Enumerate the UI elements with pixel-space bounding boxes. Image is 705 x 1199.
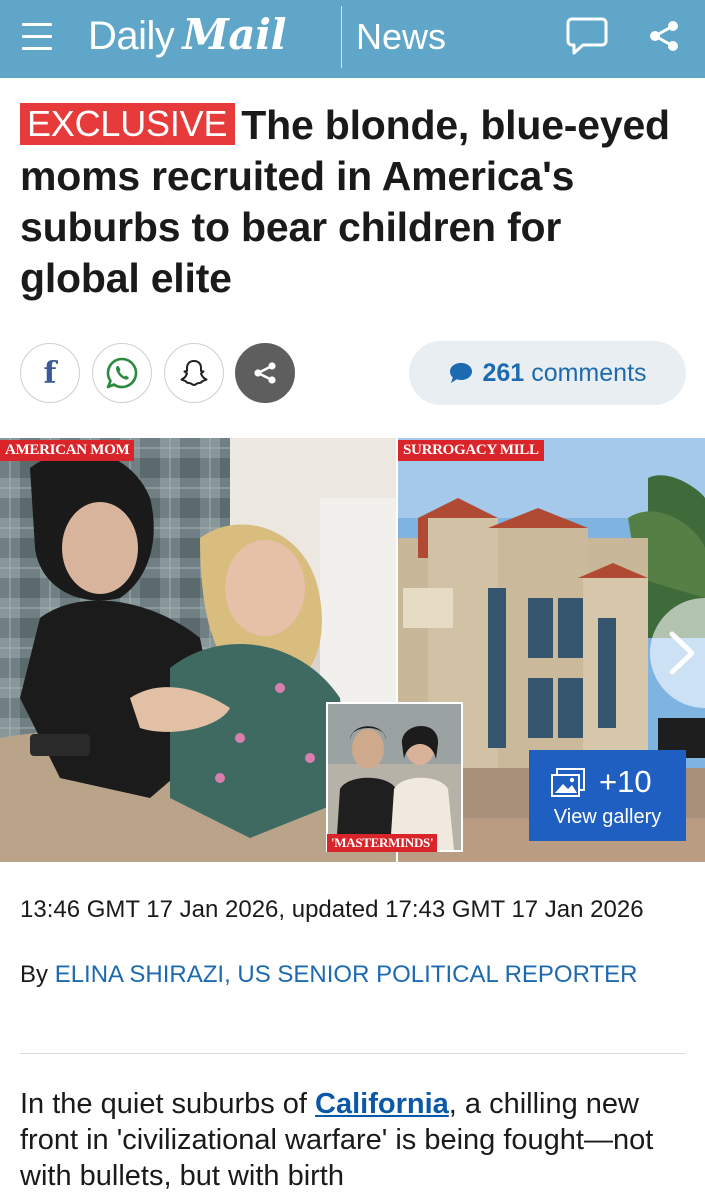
share-icon (254, 362, 276, 384)
masterminds-photo (328, 704, 461, 850)
body-text-start: In the quiet suburbs of (20, 1088, 316, 1120)
gallery-count: +10 (599, 764, 652, 799)
article-headline: EXCLUSIVE The blonde, blue-eyed moms recr… (20, 100, 685, 304)
snapchat-share-button[interactable] (164, 343, 224, 403)
article-image-masterminds[interactable] (326, 702, 463, 852)
article-body-paragraph: In the quiet suburbs of California, a ch… (20, 1086, 685, 1194)
brand-divider (341, 6, 342, 68)
snapchat-icon (180, 360, 208, 386)
view-gallery-button[interactable]: +10 View gallery (529, 750, 686, 841)
gallery-next-button[interactable] (650, 598, 705, 708)
share-icon[interactable] (646, 18, 682, 54)
article-byline: By ELINA SHIRAZI, US SENIOR POLITICAL RE… (20, 959, 685, 991)
brand-mail: Mail (182, 10, 287, 59)
whatsapp-share-button[interactable] (92, 343, 152, 403)
byline-prefix: By (20, 961, 49, 988)
author-link[interactable]: ELINA SHIRAZI, US SENIOR POLITICAL REPOR… (55, 961, 638, 988)
exclusive-badge: EXCLUSIVE (20, 103, 236, 145)
comments-label: comments (531, 358, 647, 387)
section-title[interactable]: News (356, 16, 446, 58)
image-label-american-mom: AMERICAN MOM (0, 440, 135, 461)
whatsapp-icon (106, 357, 138, 389)
brand-daily: Daily (88, 14, 175, 58)
image-label-surrogacy-mill: SURROGACY MILL (398, 440, 544, 461)
comment-icon[interactable] (566, 16, 608, 56)
top-bar: Daily Mail News (0, 0, 705, 78)
facebook-share-button[interactable]: f (20, 343, 80, 403)
menu-icon[interactable] (22, 19, 52, 55)
chevron-right-icon (669, 631, 695, 675)
gallery-icon (551, 768, 585, 797)
facebook-icon: f (43, 355, 57, 391)
gallery-label: View gallery (553, 806, 662, 828)
brand-logo[interactable]: Daily Mail (88, 10, 287, 60)
divider (20, 1053, 685, 1054)
comments-button[interactable]: 261 comments (409, 341, 686, 405)
california-link[interactable]: California (315, 1088, 449, 1120)
article-timestamp: 13:46 GMT 17 Jan 2026, updated 17:43 GMT… (20, 896, 644, 923)
comment-bubble-icon (450, 363, 473, 383)
comments-count: 261 (482, 358, 525, 387)
image-label-masterminds: 'MASTERMINDS' (327, 834, 438, 852)
more-share-button[interactable] (235, 343, 295, 403)
